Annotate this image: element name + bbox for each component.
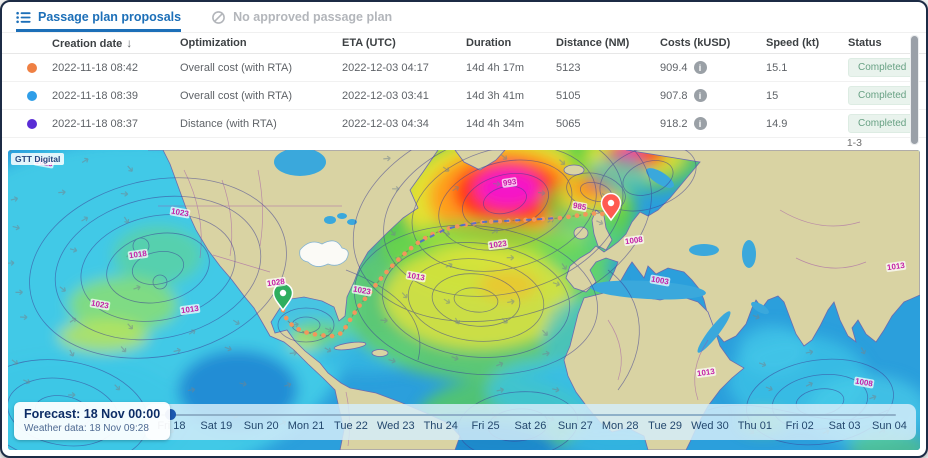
no-approved-icon <box>212 10 226 24</box>
route-color-dot <box>27 90 37 101</box>
table-row[interactable]: 2022-11-18 08:39 Overall cost (with RTA)… <box>2 82 926 110</box>
info-icon[interactable]: i <box>693 117 707 130</box>
route-color-dot <box>27 118 37 129</box>
timeline-day[interactable]: Wed 23 <box>373 420 418 432</box>
timeline-days: Fri 18 Sat 19 Sun 20 Mon 21 Tue 22 Wed 2… <box>149 420 912 432</box>
timeline-day[interactable]: Sun 04 <box>867 420 912 432</box>
tab-bar: Passage plan proposals No approved passa… <box>2 2 926 32</box>
proposals-table: Creation date ↓ Optimization ETA (UTC) Du… <box>2 32 926 148</box>
tab-label: Passage plan proposals <box>38 10 182 24</box>
cell-duration: 14d 4h 34m <box>466 117 525 130</box>
list-icon <box>16 11 31 23</box>
col-creation-date[interactable]: Creation date ↓ <box>52 36 180 50</box>
cell-creation-date: 2022-11-18 08:39 <box>52 89 139 102</box>
cell-eta: 2022-12-03 04:17 <box>342 61 429 74</box>
cell-distance: 5105 <box>556 89 581 102</box>
timeline: Fri 18 Sat 19 Sun 20 Mon 21 Tue 22 Wed 2… <box>145 404 916 440</box>
cell-optimization: Overall cost (with RTA) <box>180 89 293 102</box>
cell-costs: 907.8 <box>660 89 688 102</box>
cell-optimization: Distance (with RTA) <box>180 117 277 130</box>
forecast-box: Forecast: 18 Nov 00:00 Weather data: 18 … <box>14 402 171 440</box>
cell-duration: 14d 4h 17m <box>466 61 525 74</box>
weather-map-panel: 1023 1018 1023 1013 1023 1028 1023 993 9… <box>8 150 920 450</box>
timeline-day[interactable]: Thu 24 <box>418 420 463 432</box>
info-icon[interactable]: i <box>693 61 707 74</box>
table-row[interactable]: 2022-11-18 08:37 Distance (with RTA) 202… <box>2 110 926 138</box>
timeline-day[interactable]: Mon 21 <box>284 420 329 432</box>
cell-distance: 5065 <box>556 117 581 130</box>
cell-distance: 5123 <box>556 61 581 74</box>
timeline-day[interactable]: Thu 01 <box>732 420 777 432</box>
cell-speed: 15.1 <box>766 61 788 74</box>
col-speed[interactable]: Speed (kt) <box>766 37 848 49</box>
hispaniola-landmass <box>371 349 389 357</box>
timeline-day[interactable]: Fri 02 <box>777 420 822 432</box>
tab-label: No approved passage plan <box>233 10 393 24</box>
cell-eta: 2022-12-03 03:41 <box>342 89 429 102</box>
sort-desc-icon[interactable]: ↓ <box>126 36 132 50</box>
cell-speed: 15 <box>766 89 779 102</box>
col-optimization[interactable]: Optimization <box>180 37 342 49</box>
table-scrollbar <box>910 35 919 145</box>
scrollbar-thumb[interactable] <box>911 36 918 144</box>
status-badge: Completed <box>848 114 917 133</box>
timeline-day[interactable]: Sat 26 <box>508 420 553 432</box>
timeline-day[interactable]: Tue 22 <box>329 420 374 432</box>
tab-passage-plan-proposals[interactable]: Passage plan proposals <box>16 2 182 32</box>
col-eta[interactable]: ETA (UTC) <box>342 37 466 49</box>
table-header: Creation date ↓ Optimization ETA (UTC) Du… <box>2 32 926 54</box>
forecast-subtitle: Weather data: 18 Nov 09:28 <box>24 423 149 434</box>
map-watermark: GTT Digital <box>11 153 65 165</box>
passage-plan-window: Passage plan proposals No approved passa… <box>0 0 928 458</box>
cell-optimization: Overall cost (with RTA) <box>180 61 293 74</box>
col-distance[interactable]: Distance (NM) <box>556 37 660 49</box>
tab-no-approved-passage-plan[interactable]: No approved passage plan <box>211 2 392 32</box>
forecast-title: Forecast: 18 Nov 00:00 <box>24 407 161 421</box>
col-duration[interactable]: Duration <box>466 37 556 49</box>
cell-costs: 909.4 <box>660 61 688 74</box>
timeline-day[interactable]: Mon 28 <box>598 420 643 432</box>
timeline-day[interactable]: Sun 27 <box>553 420 598 432</box>
timeline-day[interactable]: Wed 30 <box>688 420 733 432</box>
status-badge: Completed <box>848 86 917 105</box>
cell-eta: 2022-12-03 04:34 <box>342 117 429 130</box>
timeline-day[interactable]: Sun 20 <box>239 420 284 432</box>
route-color-dot <box>27 62 37 73</box>
info-icon[interactable]: i <box>693 89 707 102</box>
pagination: 1-3 <box>846 137 862 149</box>
cell-costs: 918.2 <box>660 117 688 130</box>
timeline-track[interactable] <box>161 414 896 416</box>
timeline-day[interactable]: Sat 03 <box>822 420 867 432</box>
col-costs[interactable]: Costs (kUSD) <box>660 37 766 49</box>
cell-speed: 14.9 <box>766 117 788 130</box>
timeline-day[interactable]: Sat 19 <box>194 420 239 432</box>
cell-duration: 14d 3h 41m <box>466 89 525 102</box>
timeline-day[interactable]: Tue 29 <box>643 420 688 432</box>
ireland-landmass <box>573 226 589 240</box>
timeline-day[interactable]: Fri 25 <box>463 420 508 432</box>
cell-creation-date: 2022-11-18 08:42 <box>52 61 139 74</box>
table-row[interactable]: 2022-11-18 08:42 Overall cost (with RTA)… <box>2 54 926 82</box>
status-badge: Completed <box>848 58 917 77</box>
cell-creation-date: 2022-11-18 08:37 <box>52 117 139 130</box>
